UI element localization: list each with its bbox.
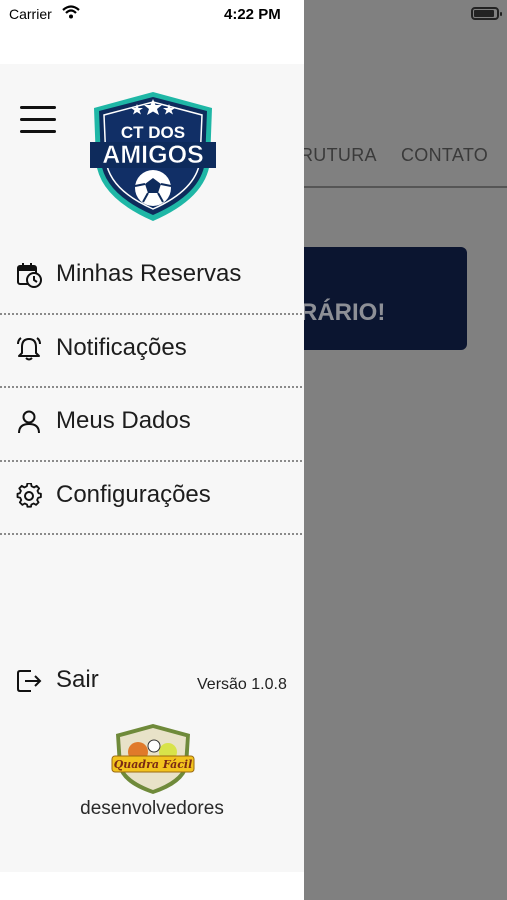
status-time: 4:22 PM [224,6,281,23]
dev-logo-text: Quadra Fácil [114,758,193,771]
user-icon [18,410,40,434]
logo-line1: CT DOS [121,123,185,142]
logout-label: Sair [56,666,99,693]
background-tab: CONTATO [401,145,489,165]
menu-item-label: Notificações [56,334,187,361]
menu-item-minhas-reservas[interactable]: Minhas Reservas [0,240,302,313]
hamburger-icon[interactable] [20,106,56,134]
calendar-clock-icon [17,263,42,288]
background-banner-text: RÁRIO! [300,299,386,326]
quadra-facil-logo: Quadra Fácil [111,724,195,794]
logout-icon [17,670,42,692]
background-banner: RÁRIO! [280,247,467,350]
menu-item-label: Meus Dados [56,407,191,434]
menu-item-meus-dados[interactable]: Meus Dados [0,387,302,460]
menu-item-label: Configurações [56,481,211,508]
ct-dos-amigos-logo: CT DOS AMIGOS [90,92,216,221]
menu-item-configuracoes[interactable]: Configurações [0,461,302,534]
battery-icon [471,7,502,20]
menu-divider [0,533,302,535]
menu-item-label: Minhas Reservas [56,260,242,287]
status-bar: Carrier 4:22 PM [0,0,507,28]
logout-button[interactable]: Sair [0,652,160,708]
logo-line2: AMIGOS [102,141,203,169]
background-tabs: RUTURA CONTATO [300,145,507,189]
carrier-label: Carrier [9,6,52,22]
gear-icon [16,483,42,508]
bell-icon [17,337,41,361]
background-tab-underline [300,186,507,188]
background-tab: RUTURA [300,145,377,165]
side-drawer: CT DOS AMIGOS Minhas Reservas Notificaçõ… [0,0,304,900]
developers-label: desenvolvedores [80,798,224,819]
menu-item-notificacoes[interactable]: Notificações [0,314,302,387]
wifi-icon [62,5,80,19]
app-version: Versão 1.0.8 [197,676,287,693]
